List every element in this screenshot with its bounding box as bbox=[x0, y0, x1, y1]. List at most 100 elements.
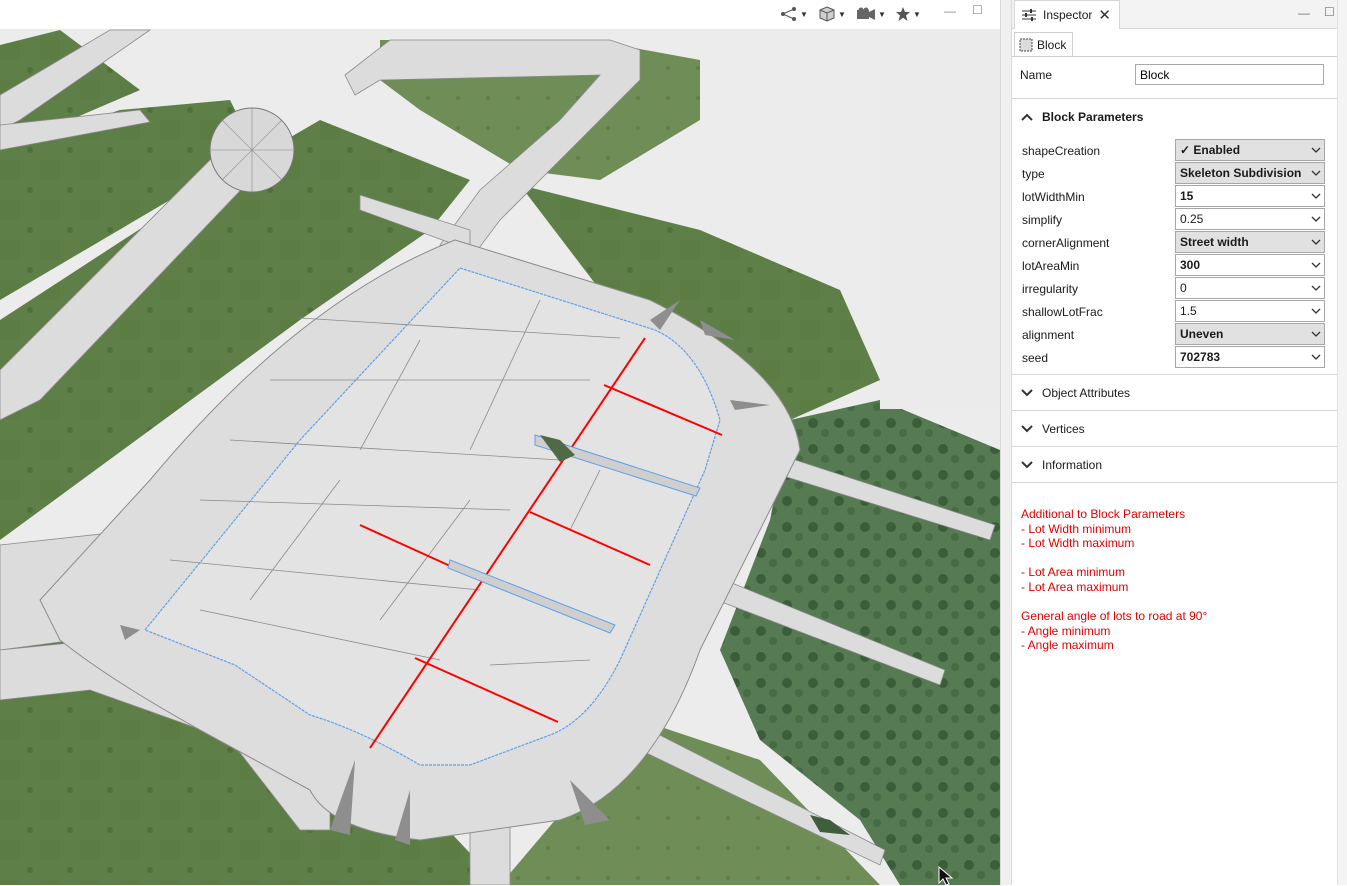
param-value-dropdown[interactable]: 300 bbox=[1175, 254, 1325, 276]
camera-tool[interactable]: ▼ bbox=[856, 5, 886, 23]
param-value: 300 bbox=[1180, 258, 1201, 272]
param-row-lotWidthMin: lotWidthMin 15 bbox=[1012, 185, 1337, 208]
close-icon[interactable]: ✕ bbox=[1098, 8, 1111, 23]
param-value-dropdown[interactable]: Street width bbox=[1175, 231, 1325, 253]
note-line bbox=[1021, 551, 1331, 566]
star-icon bbox=[896, 7, 910, 21]
param-name: alignment bbox=[1022, 328, 1075, 342]
tab-label: Inspector bbox=[1043, 8, 1093, 22]
name-field[interactable] bbox=[1135, 64, 1324, 85]
note-line bbox=[1021, 595, 1331, 610]
param-row-lotAreaMin: lotAreaMin 300 bbox=[1012, 254, 1337, 277]
section-title: Block Parameters bbox=[1042, 110, 1144, 124]
param-name: shallowLotFrac bbox=[1022, 305, 1103, 319]
param-row-seed: seed 702783 bbox=[1012, 346, 1337, 369]
param-name: seed bbox=[1022, 351, 1049, 365]
chevron-down-icon bbox=[1311, 262, 1321, 268]
param-value: Street width bbox=[1180, 235, 1249, 249]
param-name: shapeCreation bbox=[1022, 144, 1101, 158]
chevron-down-icon bbox=[1311, 308, 1321, 314]
chevron-down-icon bbox=[1311, 193, 1321, 199]
cube-icon bbox=[819, 6, 835, 22]
tab-block[interactable]: Block bbox=[1014, 32, 1074, 56]
chevron-down-icon bbox=[1311, 170, 1321, 176]
chevron-down-icon bbox=[1311, 331, 1321, 337]
note-line: - Lot Width maximum bbox=[1021, 536, 1135, 551]
3d-viewport[interactable]: ▼ ▼ ▼ ▼ — ☐ bbox=[0, 0, 1000, 885]
scene-render[interactable] bbox=[0, 29, 1000, 885]
block-icon bbox=[1019, 38, 1033, 51]
param-row-simplify: simplify 0.25 bbox=[1012, 208, 1337, 231]
tab-inspector[interactable]: Inspector ✕ bbox=[1014, 0, 1120, 29]
param-value: 0.25 bbox=[1180, 212, 1204, 226]
caret-down-icon[interactable]: ▼ bbox=[878, 10, 886, 19]
chevron-down-icon bbox=[1311, 285, 1321, 291]
inspector-tabbar: Inspector ✕ — ☐ bbox=[1012, 0, 1337, 29]
scene-canvas[interactable] bbox=[0, 29, 1000, 885]
param-value-dropdown[interactable]: 0.25 bbox=[1175, 208, 1325, 230]
bookmark-tool[interactable]: ▼ bbox=[895, 5, 921, 23]
minimize-icon[interactable]: — bbox=[944, 4, 956, 18]
note-line: - Lot Area minimum bbox=[1021, 565, 1126, 580]
param-value: 1.5 bbox=[1180, 304, 1197, 318]
section-title: Vertices bbox=[1042, 422, 1085, 436]
param-row-cornerAlignment: cornerAlignment Street width bbox=[1012, 231, 1337, 254]
param-name: irregularity bbox=[1022, 282, 1079, 296]
section-block-parameters[interactable]: Block Parameters bbox=[1012, 104, 1337, 130]
chevron-down-icon bbox=[1311, 216, 1321, 222]
param-name: lotAreaMin bbox=[1022, 259, 1080, 273]
section-object-attributes[interactable]: Object Attributes bbox=[1012, 380, 1337, 406]
chevron-down-icon bbox=[1021, 461, 1033, 469]
param-name: cornerAlignment bbox=[1022, 236, 1110, 250]
backdrop bbox=[880, 29, 1000, 409]
name-label: Name bbox=[1020, 68, 1053, 82]
note-line: Additional to Block Parameters bbox=[1021, 507, 1186, 521]
inspector-scrollbar[interactable] bbox=[1337, 0, 1347, 885]
maximize-icon[interactable]: ☐ bbox=[1324, 5, 1335, 19]
param-value-dropdown[interactable]: Uneven bbox=[1175, 323, 1325, 345]
maximize-icon[interactable]: ☐ bbox=[972, 3, 983, 17]
param-row-shallowLotFrac: shallowLotFrac 1.5 bbox=[1012, 300, 1337, 323]
inspector-panel: Inspector ✕ — ☐ Block Name Block Paramet… bbox=[1012, 0, 1337, 885]
param-value-dropdown[interactable]: 15 bbox=[1175, 185, 1325, 207]
cube-tool[interactable]: ▼ bbox=[818, 5, 846, 23]
param-value-dropdown[interactable]: 702783 bbox=[1175, 346, 1325, 368]
graph-icon bbox=[781, 7, 796, 21]
mouse-cursor-icon bbox=[938, 866, 954, 886]
divider bbox=[1012, 410, 1337, 411]
param-value-dropdown[interactable]: ✓ Enabled bbox=[1175, 139, 1325, 161]
chevron-down-icon bbox=[1311, 354, 1321, 360]
subtab-label: Block bbox=[1037, 37, 1067, 52]
divider bbox=[1012, 56, 1337, 57]
param-value: 0 bbox=[1180, 281, 1187, 295]
caret-down-icon[interactable]: ▼ bbox=[838, 10, 846, 19]
caret-down-icon[interactable]: ▼ bbox=[800, 10, 808, 19]
section-information[interactable]: Information bbox=[1012, 452, 1337, 478]
note-line: - Lot Area maximum bbox=[1021, 579, 1129, 594]
chevron-down-icon bbox=[1311, 147, 1321, 153]
camera-icon bbox=[857, 7, 875, 20]
divider bbox=[1012, 446, 1337, 447]
note-line: General angle of lots to road at 90° bbox=[1021, 609, 1208, 624]
roundabout-spokes bbox=[210, 108, 294, 192]
param-value: 15 bbox=[1180, 189, 1194, 203]
panel-splitter[interactable] bbox=[1000, 0, 1012, 885]
chevron-up-icon bbox=[1021, 113, 1033, 121]
section-title: Object Attributes bbox=[1042, 386, 1131, 400]
param-row-irregularity: irregularity 0 bbox=[1012, 277, 1337, 300]
caret-down-icon[interactable]: ▼ bbox=[913, 10, 921, 19]
chevron-down-icon bbox=[1021, 389, 1033, 397]
param-value-dropdown[interactable]: Skeleton Subdivision bbox=[1175, 162, 1325, 184]
param-name: simplify bbox=[1022, 213, 1063, 227]
chevron-down-icon bbox=[1311, 239, 1321, 245]
section-vertices[interactable]: Vertices bbox=[1012, 416, 1337, 442]
param-value-dropdown[interactable]: 1.5 bbox=[1175, 300, 1325, 322]
param-value-dropdown[interactable]: 0 bbox=[1175, 277, 1325, 299]
graph-tool[interactable]: ▼ bbox=[780, 5, 808, 23]
param-row-alignment: alignment Uneven bbox=[1012, 323, 1337, 346]
param-row-shapeCreation: shapeCreation ✓ Enabled bbox=[1012, 139, 1337, 162]
param-name: type bbox=[1022, 167, 1045, 181]
param-value: Uneven bbox=[1180, 327, 1224, 341]
minimize-icon[interactable]: — bbox=[1298, 6, 1310, 20]
chevron-down-icon bbox=[1021, 425, 1033, 433]
